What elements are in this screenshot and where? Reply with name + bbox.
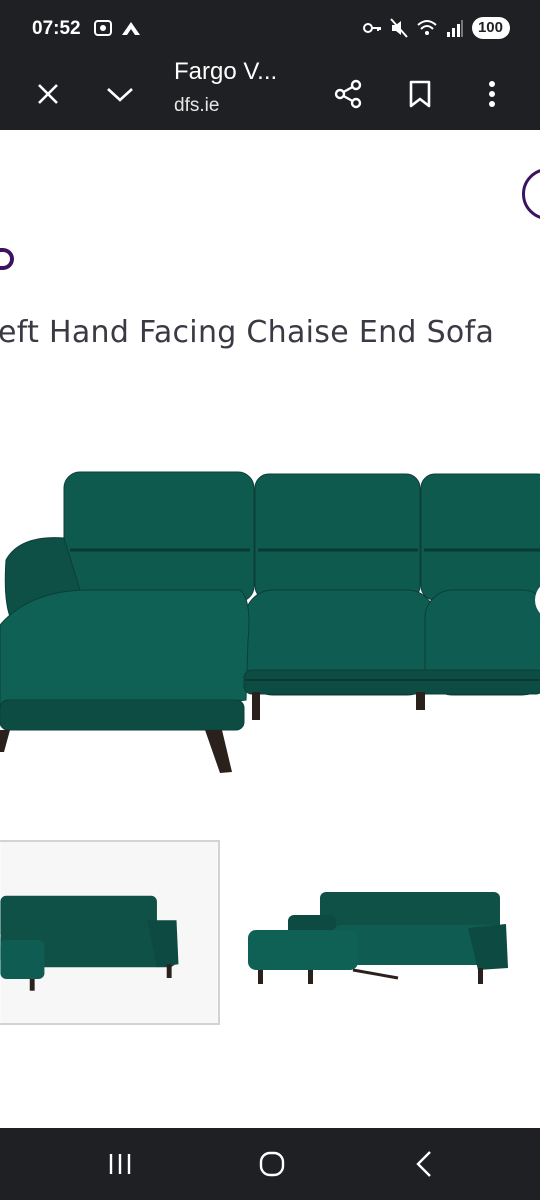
minimize-button[interactable]	[98, 72, 142, 116]
wifi-icon	[417, 20, 437, 35]
close-icon	[38, 84, 58, 104]
recent-apps-icon	[109, 1154, 131, 1174]
status-bar: 07:52 100	[0, 0, 540, 58]
web-content: eft Hand Facing Chaise End Sofa	[0, 130, 540, 1128]
battery-icon: 100	[471, 17, 510, 39]
brand-logo-fragment	[0, 248, 14, 270]
signal-icon	[446, 20, 463, 37]
battery-level: 100	[477, 19, 503, 36]
page-title: Fargo V...	[174, 58, 278, 85]
product-main-image[interactable]	[0, 430, 540, 830]
more-icon	[489, 81, 495, 107]
close-button[interactable]	[26, 72, 70, 116]
home-button[interactable]	[252, 1148, 292, 1180]
recent-apps-button[interactable]	[100, 1148, 140, 1180]
product-thumbnail-2[interactable]	[238, 840, 518, 1025]
key-icon	[362, 23, 381, 33]
system-navigation-bar	[0, 1128, 540, 1200]
back-button[interactable]	[404, 1148, 444, 1180]
custom-tab-toolbar: Fargo V... dfs.ie	[0, 58, 540, 130]
status-time: 07:52	[32, 18, 81, 39]
home-icon	[259, 1151, 285, 1177]
mute-icon	[390, 18, 408, 38]
app-notification-icon	[122, 22, 140, 35]
back-icon	[416, 1151, 431, 1177]
more-menu-button[interactable]	[470, 72, 514, 116]
chevron-down-icon	[107, 88, 133, 102]
screenshot-icon	[94, 20, 112, 36]
bookmark-icon	[409, 80, 431, 108]
page-url: dfs.ie	[174, 95, 220, 116]
product-thumbnail-1[interactable]	[0, 840, 220, 1025]
round-action-button[interactable]	[522, 168, 540, 220]
product-title: eft Hand Facing Chaise End Sofa	[0, 315, 495, 350]
bookmark-button[interactable]	[398, 72, 442, 116]
share-button[interactable]	[326, 72, 370, 116]
share-icon	[334, 79, 362, 109]
